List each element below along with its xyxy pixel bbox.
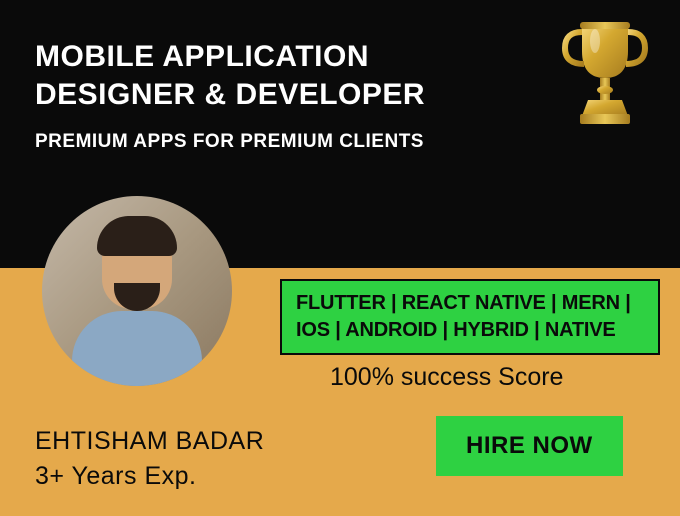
title-line-2: DESIGNER & DEVELOPER xyxy=(35,76,645,114)
profile-name: EHTISHAM BADAR xyxy=(35,427,264,456)
promo-card: MOBILE APPLICATION DESIGNER & DEVELOPER … xyxy=(0,0,680,516)
skills-badge: FLUTTER | REACT NATIVE | MERN | IOS | AN… xyxy=(280,279,660,355)
title-line-1: MOBILE APPLICATION xyxy=(35,38,645,76)
profile-experience: 3+ Years Exp. xyxy=(35,462,196,491)
avatar xyxy=(42,196,232,386)
success-score: 100% success Score xyxy=(330,363,563,392)
main-title: MOBILE APPLICATION DESIGNER & DEVELOPER xyxy=(35,38,645,113)
skills-text: FLUTTER | REACT NATIVE | MERN | IOS | AN… xyxy=(296,290,644,344)
hire-button[interactable]: HIRE NOW xyxy=(436,416,623,476)
trophy-icon xyxy=(560,16,650,136)
subtitle: PREMIUM APPS FOR PREMIUM CLIENTS xyxy=(35,131,645,153)
